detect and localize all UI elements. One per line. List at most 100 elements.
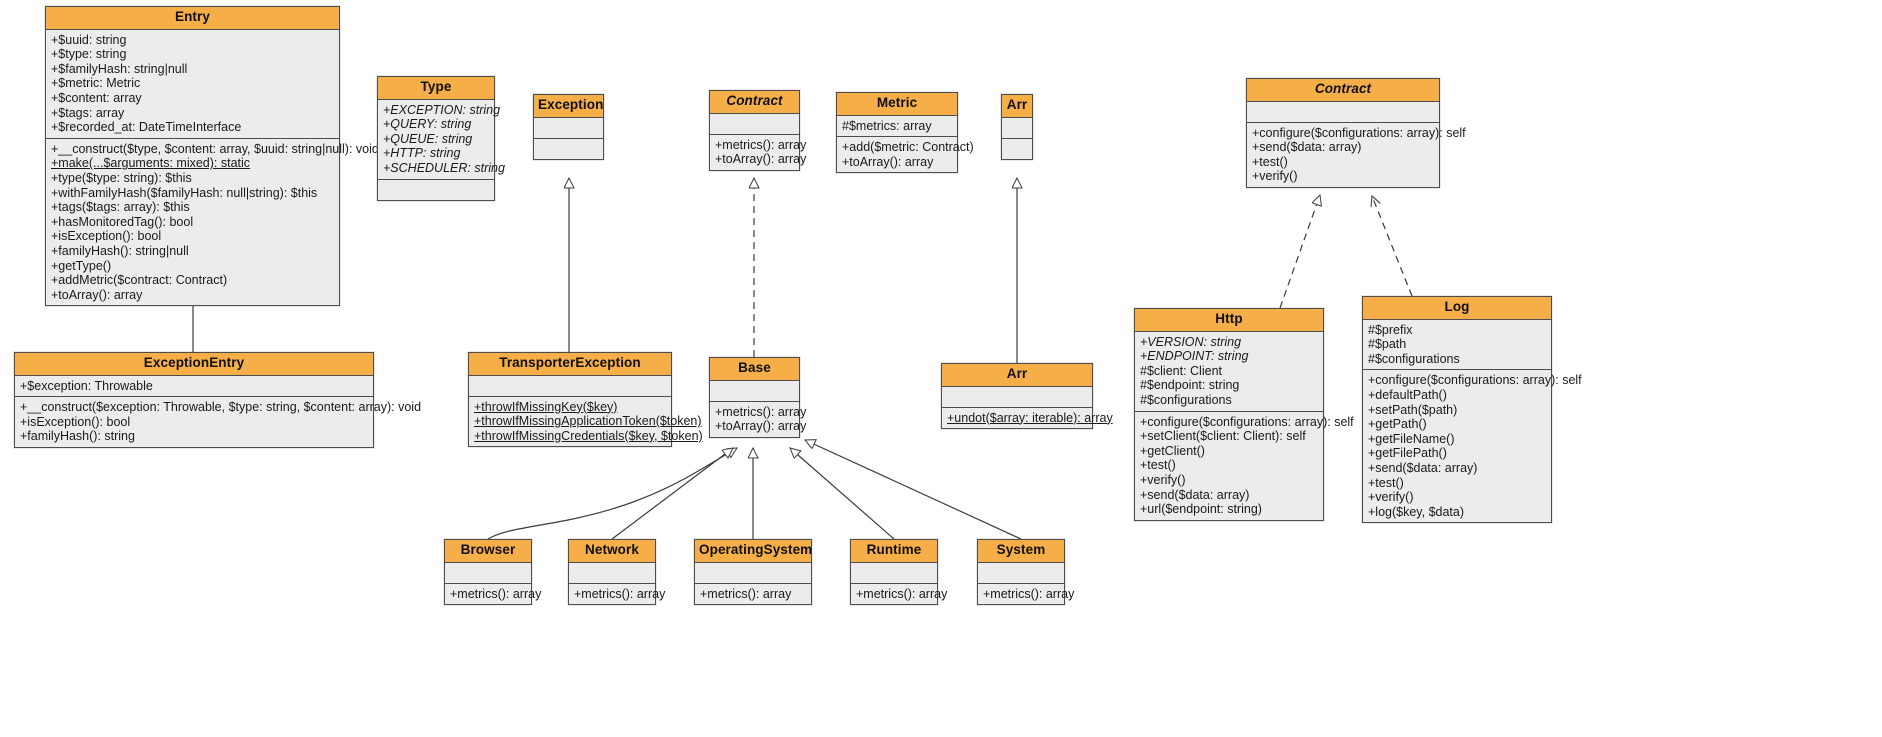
- uml-class-type[interactable]: Type +EXCEPTION: string +QUERY: string +QUE…: [377, 76, 505, 201]
- edge-log-implements-contract: [1372, 196, 1413, 297]
- uml-member: +$exception: Throwable: [20, 378, 153, 393]
- uml-methods-compartment: +throwIfMissingKey($key) +throwIfMissingA…: [469, 397, 703, 447]
- edge-network-extends-base: [611, 448, 733, 540]
- uml-member: +tags($tags: array): $this: [51, 200, 190, 215]
- uml-class-title: System: [978, 540, 1064, 563]
- uml-member: +verify(): [1140, 472, 1186, 487]
- uml-class-transporterexception[interactable]: TransporterException +throwIfMissingKey($…: [468, 352, 703, 448]
- uml-class-base[interactable]: Base +metrics(): array +toArray(): array: [709, 357, 807, 438]
- uml-attributes-compartment: [534, 118, 603, 139]
- uml-attributes-compartment: [851, 563, 937, 584]
- uml-class-contract_transport[interactable]: Contract +configure($configurations: arra…: [1246, 78, 1466, 188]
- uml-methods-compartment: +metrics(): array: [445, 584, 541, 605]
- uml-member: +throwIfMissingCredentials($key, $token): [474, 428, 703, 443]
- uml-member: +metrics(): array: [574, 586, 666, 601]
- uml-member: +familyHash(): string|null: [51, 243, 189, 258]
- edge-browser-extends-base: [487, 448, 737, 540]
- uml-member: +getClient(): [1140, 443, 1205, 458]
- uml-class-browser[interactable]: Browser +metrics(): array: [444, 539, 541, 606]
- uml-member: +url($endpoint: string): [1140, 502, 1262, 517]
- uml-member: +metrics(): array: [715, 404, 807, 419]
- uml-member: +toArray(): array: [715, 152, 807, 167]
- uml-methods-compartment: +metrics(): array: [695, 584, 811, 605]
- edge-http-implements-contract: [1279, 195, 1320, 309]
- uml-class-arr_top[interactable]: Arr: [1001, 94, 1033, 160]
- uml-class-title: Metric: [837, 93, 957, 116]
- uml-member: +getFilePath(): [1368, 446, 1447, 461]
- uml-member: +toArray(): array: [51, 287, 143, 302]
- uml-methods-compartment: +configure($configurations: array): self…: [1247, 123, 1466, 187]
- uml-member: +getType(): [51, 258, 112, 273]
- uml-member: +send($data: array): [1252, 140, 1362, 155]
- uml-member: +send($data: array): [1140, 487, 1250, 502]
- uml-methods-compartment: +metrics(): array: [851, 584, 947, 605]
- uml-member: +$uuid: string: [51, 32, 127, 47]
- uml-member: +HTTP: string: [383, 146, 461, 161]
- uml-class-title: Arr: [942, 364, 1092, 387]
- uml-class-runtime[interactable]: Runtime +metrics(): array: [850, 539, 947, 606]
- uml-class-title: Base: [710, 358, 799, 381]
- uml-class-log[interactable]: Log #$prefix #$path #$configurations +config…: [1362, 296, 1582, 524]
- uml-member: +setClient($client: Client): self: [1140, 429, 1306, 444]
- uml-member: +test(): [1252, 154, 1288, 169]
- uml-member: +isException(): bool: [51, 229, 162, 244]
- uml-class-title: Network: [569, 540, 655, 563]
- uml-class-title: Entry: [46, 7, 339, 30]
- uml-class-exception[interactable]: Exception: [533, 94, 604, 160]
- uml-member: +$content: array: [51, 90, 142, 105]
- uml-class-entry[interactable]: Entry +$uuid: string +$type: string +$famil…: [45, 6, 379, 307]
- uml-attributes-compartment: +EXCEPTION: string +QUERY: string +QUEUE: …: [378, 100, 505, 180]
- uml-class-title: Exception: [534, 95, 603, 118]
- uml-attributes-compartment: #$metrics: array: [837, 116, 957, 138]
- uml-member: +__construct($type, $content: array, $uu…: [51, 141, 379, 156]
- edge-system-extends-base: [805, 440, 1022, 540]
- uml-attributes-compartment: +$exception: Throwable: [15, 376, 373, 398]
- uml-class-title: Contract: [1247, 79, 1439, 102]
- uml-class-metric[interactable]: Metric #$metrics: array +add($metric: Cont…: [836, 92, 974, 174]
- uml-member: +send($data: array): [1368, 460, 1478, 475]
- uml-member: +$familyHash: string|null: [51, 61, 188, 76]
- uml-class-http[interactable]: Http +VERSION: string +ENDPOINT: string #$c…: [1134, 308, 1354, 521]
- uml-member: +$type: string: [51, 47, 127, 62]
- uml-class-network[interactable]: Network +metrics(): array: [568, 539, 666, 606]
- uml-member: +QUEUE: string: [383, 131, 473, 146]
- uml-attributes-compartment: [1247, 102, 1439, 123]
- uml-class-title: OperatingSystem: [695, 540, 812, 563]
- edge-runtime-extends-base: [790, 448, 895, 540]
- uml-attributes-compartment: [1002, 118, 1032, 139]
- uml-member: +configure($configurations: array): self: [1140, 414, 1354, 429]
- uml-member: +type($type: string): $this: [51, 170, 192, 185]
- uml-member: #$path: [1368, 337, 1407, 352]
- uml-member: +configure($configurations: array): self: [1252, 125, 1466, 140]
- uml-member: +SCHEDULER: string: [383, 160, 505, 175]
- uml-attributes-compartment: [695, 563, 811, 584]
- uml-member: +getFileName(): [1368, 431, 1455, 446]
- uml-member: +add($metric: Contract): [842, 140, 974, 155]
- uml-member: #$prefix: [1368, 322, 1413, 337]
- uml-member: +addMetric($contract: Contract): [51, 273, 228, 288]
- uml-methods-compartment: [1002, 139, 1032, 159]
- uml-member: +metrics(): array: [983, 586, 1075, 601]
- uml-member: +setPath($path): [1368, 402, 1458, 417]
- uml-methods-compartment: [534, 139, 603, 159]
- uml-methods-compartment: +undot($array: iterable): array: [942, 408, 1113, 429]
- uml-class-title: TransporterException: [469, 353, 671, 376]
- uml-class-title: Log: [1363, 297, 1551, 320]
- uml-class-title: Type: [378, 77, 494, 100]
- uml-methods-compartment: +configure($configurations: array): self…: [1135, 412, 1354, 520]
- uml-member: +metrics(): array: [715, 137, 807, 152]
- uml-methods-compartment: +__construct($exception: Throwable, $typ…: [15, 397, 421, 447]
- uml-class-system[interactable]: System +metrics(): array: [977, 539, 1075, 606]
- uml-member: +familyHash(): string: [20, 429, 135, 444]
- uml-class-exceptionentry[interactable]: ExceptionEntry +$exception: Throwable +__c…: [14, 352, 421, 448]
- uml-methods-compartment: +metrics(): array +toArray(): array: [710, 135, 807, 170]
- uml-member: +getPath(): [1368, 417, 1427, 432]
- uml-member: +isException(): bool: [20, 414, 131, 429]
- uml-class-contract_metrics[interactable]: Contract +metrics(): array +toArray(): arr…: [709, 90, 807, 171]
- uml-methods-compartment: +add($metric: Contract) +toArray(): array: [837, 137, 974, 172]
- uml-attributes-compartment: +VERSION: string +ENDPOINT: string #$clien…: [1135, 332, 1323, 412]
- uml-attributes-compartment: #$prefix #$path #$configurations: [1363, 320, 1551, 371]
- uml-class-arr_bottom[interactable]: Arr +undot($array: iterable): array: [941, 363, 1113, 430]
- uml-class-operatingsystem[interactable]: OperatingSystem +metrics(): array: [694, 539, 812, 606]
- uml-member: +$tags: array: [51, 105, 125, 120]
